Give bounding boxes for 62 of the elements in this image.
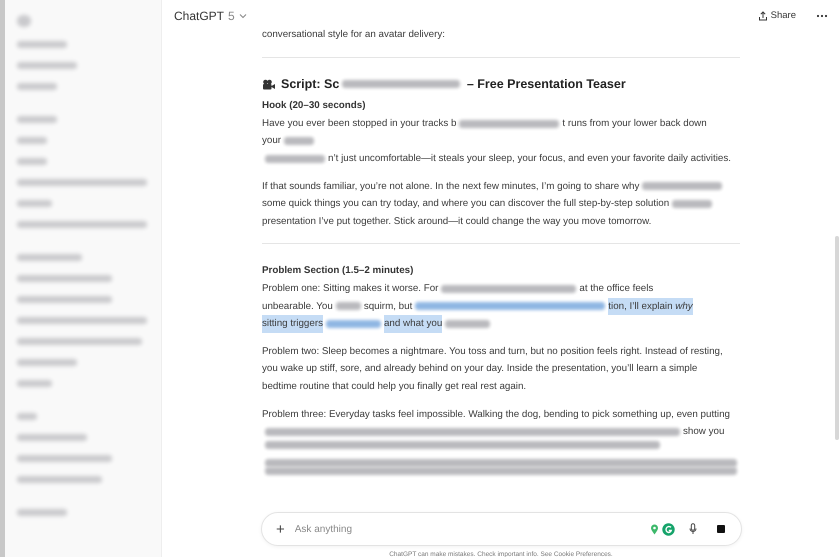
paragraph-line: t runs from your lower back down (562, 116, 707, 131)
model-version[interactable]: 5 (228, 7, 235, 25)
blurred-sidebar-item[interactable] (17, 509, 67, 516)
blurred-text (265, 154, 325, 163)
share-icon (758, 11, 768, 21)
blurred-sidebar-item[interactable] (17, 221, 147, 228)
section-heading: Problem Section (1.5–2 minutes) (262, 264, 414, 278)
paragraph-line: bedtime routine that could help you finally get real rest again. (262, 380, 526, 394)
paragraph-line: presentation I’ve put together. Stick around—it could change the way you move tomorrow. (262, 214, 652, 229)
paragraph-line: Have you ever been stopped in your tracks b (262, 116, 456, 131)
blurred-sidebar-item[interactable] (17, 62, 77, 69)
blurred-sidebar-item[interactable] (17, 83, 57, 90)
paragraph-line: squirm, but (364, 300, 412, 314)
paragraph-line: Problem one: Sitting makes it worse. For (262, 282, 438, 296)
add-button[interactable]: + (272, 522, 289, 536)
blurred-sidebar-item[interactable] (17, 116, 57, 123)
paragraph-line: some quick things you can try today, and where you can discover the full step-by-step solution (262, 197, 670, 212)
paragraph-line: your (262, 134, 282, 148)
blurred-text (445, 320, 490, 328)
blurred-sidebar-item[interactable] (17, 158, 47, 165)
blurred-sidebar-item[interactable] (17, 476, 102, 483)
paragraph-line: unbearable. You (262, 300, 333, 314)
section-heading: Hook (20–30 seconds) (262, 99, 366, 114)
blurred-sidebar-item[interactable] (17, 413, 37, 420)
script-heading: Script: Sc (281, 76, 340, 93)
share-button[interactable]: Share (754, 6, 800, 26)
blurred-text (284, 137, 314, 146)
scrollbar-thumb[interactable] (835, 236, 839, 440)
paragraph-line: Problem two: Sleep becomes a nightmare. You toss and turn, but no position feels right. Instead of resting, (262, 344, 723, 359)
paragraph-line: show you (683, 425, 724, 440)
message-composer[interactable]: + Ask anything (261, 512, 742, 546)
paragraph-line: n’t just uncomfortable—it steals your sleep, your focus, and even your favorite daily activities. (328, 152, 731, 166)
blurred-sidebar-item[interactable] (17, 296, 112, 303)
location-pin-icon[interactable] (650, 524, 659, 534)
blurred-sidebar-item[interactable] (17, 254, 82, 261)
blurred-text (336, 302, 361, 310)
blurred-sidebar-item[interactable] (17, 41, 67, 48)
paragraph-line: at the office feels (579, 282, 654, 296)
script-heading: – Free Presentation Teaser (466, 76, 626, 93)
chevron-down-icon[interactable] (238, 13, 247, 19)
blurred-sidebar-item[interactable] (17, 434, 87, 441)
more-options-icon[interactable] (816, 14, 828, 18)
paragraph-line: Problem three: Everyday tasks feel impossible. Walking the dog, bending to pick something up, even putting (262, 408, 730, 422)
blurred-sidebar-item[interactable] (17, 275, 112, 282)
paragraph-line: you wake up stiff, sore, and already behind on your day. Inside the presentation, you’ll learn a simple (262, 362, 698, 376)
blurred-sidebar-item[interactable] (17, 455, 112, 462)
microphone-icon[interactable] (689, 523, 697, 535)
blurred-sidebar-item[interactable] (17, 179, 147, 186)
stop-icon (717, 525, 725, 533)
blurred-sidebar-item[interactable] (17, 137, 47, 144)
blurred-sidebar-item[interactable] (17, 200, 52, 207)
blurred-sidebar-item[interactable] (17, 380, 52, 387)
blurred-sidebar-item[interactable] (17, 317, 147, 324)
blurred-sidebar-item[interactable] (17, 359, 77, 366)
grammar-assistant-icon[interactable] (662, 522, 675, 536)
paragraph-line: If that sounds familiar, you’re not alone. In the next few minutes, I’m going to share why (262, 180, 640, 194)
blurred-sidebar-item[interactable] (17, 15, 31, 27)
blurred-sidebar-item[interactable] (17, 338, 142, 345)
movie-camera-icon (262, 78, 276, 90)
blurred-text (672, 200, 712, 208)
paragraph-line: conversational style for an avatar delivery: (262, 28, 445, 42)
model-name[interactable]: ChatGPT (174, 7, 224, 25)
